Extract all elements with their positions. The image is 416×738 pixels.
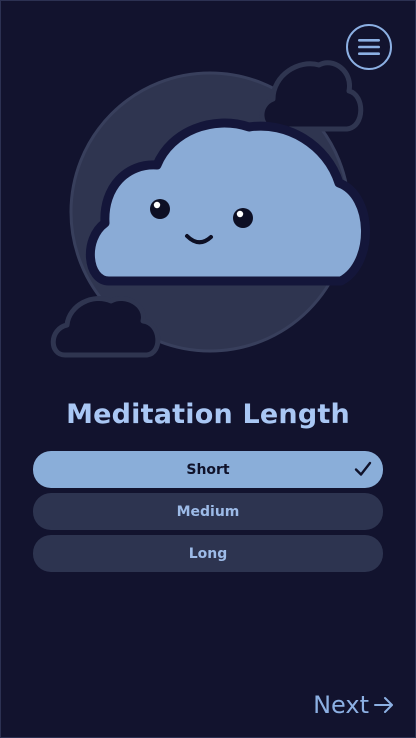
small-cloud-bottom bbox=[50, 296, 161, 358]
menu-button[interactable] bbox=[346, 24, 392, 70]
app-screen: Meditation Length Short Medium Long Next bbox=[0, 0, 416, 738]
next-label: Next bbox=[313, 691, 369, 719]
arrow-right-icon bbox=[374, 697, 393, 713]
small-cloud-top bbox=[259, 60, 364, 132]
page-title: Meditation Length bbox=[66, 399, 350, 430]
option-long[interactable]: Long bbox=[33, 535, 383, 572]
option-label: Long bbox=[188, 545, 228, 562]
cloud-right-eye-shine bbox=[236, 210, 244, 218]
length-options: Short Medium Long bbox=[33, 451, 383, 577]
option-label: Short bbox=[186, 461, 230, 478]
cloud-left-eye bbox=[150, 199, 170, 219]
option-short[interactable]: Short bbox=[33, 451, 383, 488]
option-medium[interactable]: Medium bbox=[33, 493, 383, 530]
checkmark-icon bbox=[354, 461, 372, 476]
hamburger-menu-icon bbox=[358, 39, 380, 55]
next-button[interactable]: Next bbox=[313, 691, 395, 719]
cloud-left-eye-shine bbox=[153, 201, 161, 209]
option-label: Medium bbox=[176, 503, 240, 520]
cloud-right-eye bbox=[233, 208, 253, 228]
